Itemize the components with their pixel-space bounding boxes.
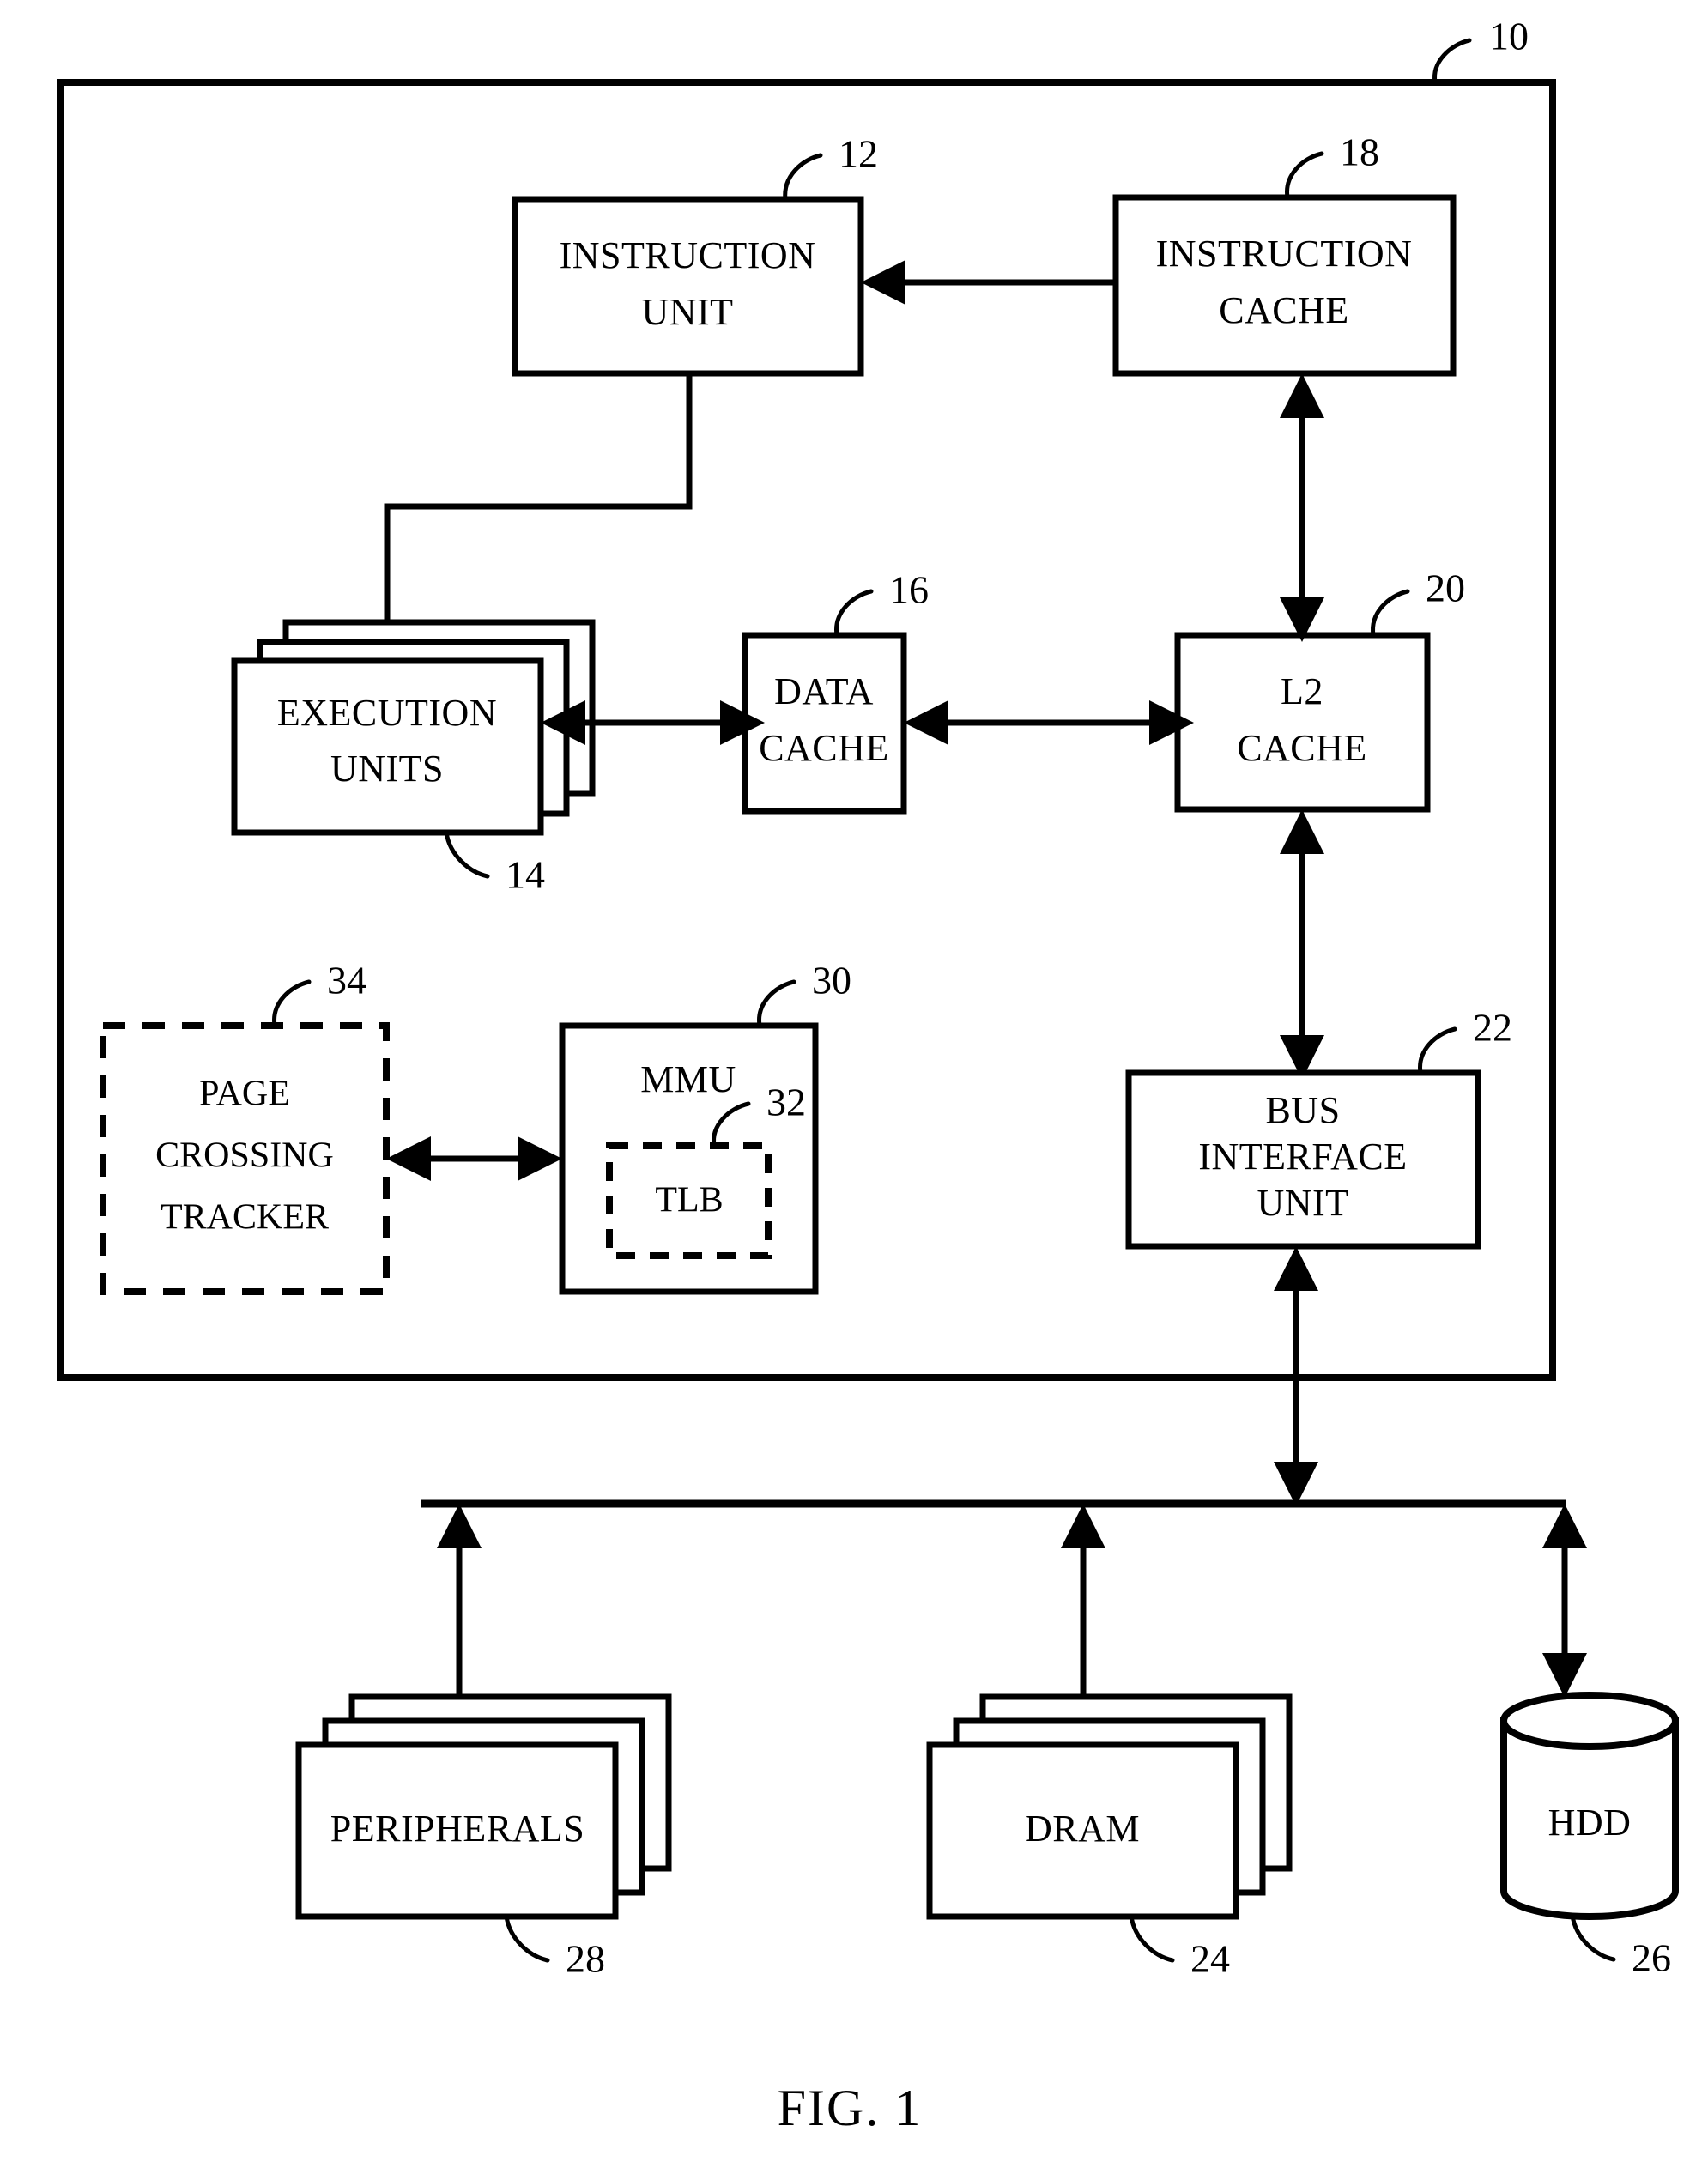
leader-line-18 [1285, 151, 1324, 200]
arrow-bus-hdd [1542, 1504, 1587, 1698]
ref-number-10: 10 [1489, 15, 1529, 58]
page-crossing-tracker-label-line2: CROSSING [155, 1136, 334, 1176]
ref-number-18: 18 [1340, 130, 1379, 174]
ref-number-26: 26 [1632, 1936, 1671, 1980]
arrow-l2cache-biu [1280, 809, 1324, 1080]
leader-line-34 [272, 979, 312, 1028]
mmu-label: MMU [640, 1058, 736, 1100]
biu-label-line2: INTERFACE [1198, 1136, 1407, 1178]
arrow-icache-to-iunit [861, 260, 1116, 305]
leader-line-26 [1570, 1913, 1616, 1962]
ref-number-14: 14 [506, 853, 545, 897]
instruction-unit-label-line2: UNIT [641, 291, 733, 333]
hdd-cylinder: HDD [1500, 1692, 1679, 1920]
leader-line-28 [504, 1914, 550, 1963]
leader-line-22 [1418, 1026, 1457, 1075]
ref-number-12: 12 [839, 132, 878, 176]
biu-label-line3: UNIT [1257, 1182, 1348, 1224]
l2-cache-box [1174, 632, 1431, 813]
l2-cache-label-line1: L2 [1281, 670, 1323, 712]
instruction-cache-label-line1: INSTRUCTION [1156, 233, 1413, 275]
ref-number-22: 22 [1473, 1006, 1512, 1050]
figure-caption: FIG. 1 [778, 2080, 923, 2136]
instruction-unit-box [512, 196, 864, 377]
instruction-unit-label-line1: INSTRUCTION [560, 234, 816, 276]
instruction-cache-label-line2: CACHE [1219, 289, 1349, 331]
block-diagram-canvas: 10 INSTRUCTION UNIT 12 INSTRUCTION CACHE… [57, 15, 1679, 2136]
instruction-cache-box [1112, 194, 1457, 377]
leader-line-20 [1371, 589, 1410, 638]
dram-stack: DRAM [926, 1693, 1293, 1920]
tlb-label: TLB [655, 1181, 723, 1220]
ref-number-34: 34 [327, 959, 366, 1002]
leader-line-24 [1129, 1914, 1175, 1963]
page-crossing-tracker-label-line1: PAGE [199, 1075, 290, 1114]
ref-number-24: 24 [1190, 1937, 1230, 1981]
hdd-cylinder-top [1500, 1692, 1679, 1750]
ref-number-28: 28 [566, 1937, 605, 1981]
peripherals-label: PERIPHERALS [330, 1808, 584, 1850]
peripherals-stack: PERIPHERALS [295, 1693, 672, 1920]
arrow-datacache-l2cache [904, 700, 1194, 745]
leader-line-14 [444, 830, 490, 879]
arrow-icache-l2cache [1280, 373, 1324, 642]
leader-line-16 [834, 589, 874, 638]
execution-units-stack: EXECUTION UNITS [231, 619, 596, 836]
l2-cache-label-line2: CACHE [1237, 727, 1367, 769]
arrow-execunits-datacache [541, 700, 765, 745]
execution-units-box-front [231, 657, 544, 836]
arrow-pct-mmu [386, 1136, 562, 1181]
biu-label-line1: BUS [1265, 1089, 1340, 1131]
execution-units-label-line1: EXECUTION [277, 692, 497, 734]
execution-units-label-line2: UNITS [330, 748, 444, 790]
ref-number-30: 30 [812, 959, 851, 1002]
leader-line-12 [783, 153, 823, 202]
patent-figure: 10 INSTRUCTION UNIT 12 INSTRUCTION CACHE… [0, 0, 1708, 2162]
ref-number-20: 20 [1426, 566, 1465, 610]
leader-line-10 [1432, 38, 1472, 85]
data-cache-label-line1: DATA [774, 670, 874, 712]
ref-number-32: 32 [766, 1081, 806, 1124]
dram-label: DRAM [1025, 1808, 1140, 1850]
data-cache-label-line2: CACHE [759, 727, 889, 769]
hdd-label: HDD [1548, 1802, 1632, 1844]
data-cache-box [742, 632, 907, 815]
page-crossing-tracker-label-line3: TRACKER [161, 1198, 329, 1238]
leader-line-30 [757, 979, 796, 1028]
ref-number-16: 16 [889, 568, 929, 612]
